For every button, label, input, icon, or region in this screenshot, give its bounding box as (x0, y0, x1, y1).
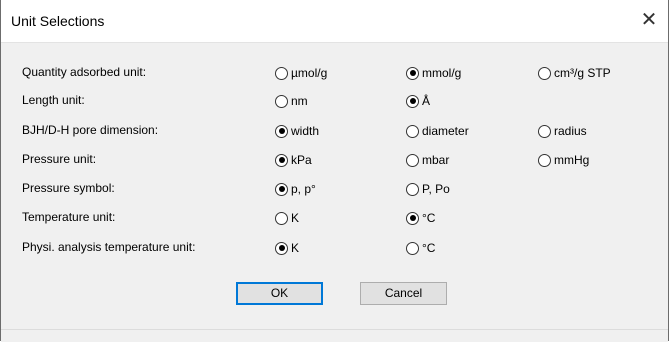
radio-label: mmol/g (422, 66, 462, 80)
radio-label: K (291, 241, 300, 255)
radio-celsius[interactable]: °C (406, 208, 435, 228)
radio-umol-g[interactable]: µmol/g (275, 63, 327, 83)
radio-label: p, p° (291, 182, 316, 196)
radio-label: radius (554, 124, 587, 138)
radio-label: mbar (422, 153, 450, 167)
row-label: Quantity adsorbed unit: (22, 65, 147, 79)
radio-nm[interactable]: nm (275, 91, 308, 111)
radio-width[interactable]: width (275, 121, 319, 141)
radio-physi-celsius[interactable]: °C (406, 238, 435, 258)
row-label: Physi. analysis temperature unit: (22, 240, 196, 254)
row-label: Pressure unit: (22, 152, 97, 166)
radio-button[interactable] (538, 153, 551, 167)
row-bjh-pore-dimension: BJH/D-H pore dimension: width diameter r… (1, 120, 668, 142)
close-icon[interactable]: ✕ (638, 9, 660, 31)
title-bar: Unit Selections ✕ (1, 0, 668, 42)
ok-button[interactable]: OK (236, 282, 323, 305)
radio-button[interactable] (406, 94, 419, 108)
row-pressure-symbol: Pressure symbol: p, p° P, Po (1, 178, 668, 200)
radio-label: °C (422, 241, 436, 255)
row-physi-analysis-temperature-unit: Physi. analysis temperature unit: K °C (1, 237, 668, 259)
radio-button[interactable] (275, 94, 288, 108)
radio-button[interactable] (275, 182, 288, 196)
radio-button[interactable] (406, 66, 419, 80)
radio-p-po-upper[interactable]: P, Po (406, 179, 450, 199)
radio-p-p0-lower[interactable]: p, p° (275, 179, 316, 199)
radio-button[interactable] (406, 153, 419, 167)
row-label: Length unit: (22, 93, 85, 107)
radio-label: diameter (422, 124, 469, 138)
radio-label: cm³/g STP (554, 66, 611, 80)
radio-mmol-g[interactable]: mmol/g (406, 63, 461, 83)
radio-mmhg[interactable]: mmHg (538, 150, 589, 170)
radio-button[interactable] (275, 66, 288, 80)
radio-kelvin[interactable]: K (275, 208, 299, 228)
radio-label: K (291, 211, 300, 225)
radio-label: width (291, 124, 320, 138)
radio-diameter[interactable]: diameter (406, 121, 469, 141)
radio-label: µmol/g (291, 66, 328, 80)
radio-kpa[interactable]: kPa (275, 150, 312, 170)
radio-button[interactable] (275, 153, 288, 167)
unit-selections-dialog: Unit Selections ✕ Quantity adsorbed unit… (0, 0, 669, 342)
row-label: BJH/D-H pore dimension: (22, 123, 159, 137)
cancel-button[interactable]: Cancel (360, 282, 447, 305)
radio-physi-kelvin[interactable]: K (275, 238, 299, 258)
row-temperature-unit: Temperature unit: K °C (1, 207, 668, 229)
row-pressure-unit: Pressure unit: kPa mbar mmHg (1, 149, 668, 171)
radio-button[interactable] (406, 241, 419, 255)
row-label: Temperature unit: (22, 210, 116, 224)
radio-button[interactable] (538, 66, 551, 80)
radio-mbar[interactable]: mbar (406, 150, 449, 170)
radio-label: P, Po (422, 182, 450, 196)
radio-button[interactable] (275, 241, 288, 255)
radio-button[interactable] (406, 182, 419, 196)
radio-label: mmHg (554, 153, 590, 167)
radio-button[interactable] (406, 124, 419, 138)
dialog-title: Unit Selections (11, 13, 105, 29)
radio-button[interactable] (406, 211, 419, 225)
row-quantity-adsorbed-unit: Quantity adsorbed unit: µmol/g mmol/g cm… (1, 62, 668, 84)
dialog-bottom-edge (1, 329, 668, 342)
radio-button[interactable] (538, 124, 551, 138)
radio-button[interactable] (275, 124, 288, 138)
radio-button[interactable] (275, 211, 288, 225)
dialog-body: Quantity adsorbed unit: µmol/g mmol/g cm… (1, 42, 668, 330)
row-length-unit: Length unit: nm Å (1, 90, 668, 112)
radio-label: Å (422, 94, 431, 108)
radio-label: °C (422, 211, 436, 225)
radio-label: nm (291, 94, 308, 108)
radio-angstrom[interactable]: Å (406, 91, 430, 111)
radio-label: kPa (291, 153, 312, 167)
radio-cm3-g-stp[interactable]: cm³/g STP (538, 63, 611, 83)
row-label: Pressure symbol: (22, 181, 115, 195)
radio-radius[interactable]: radius (538, 121, 587, 141)
